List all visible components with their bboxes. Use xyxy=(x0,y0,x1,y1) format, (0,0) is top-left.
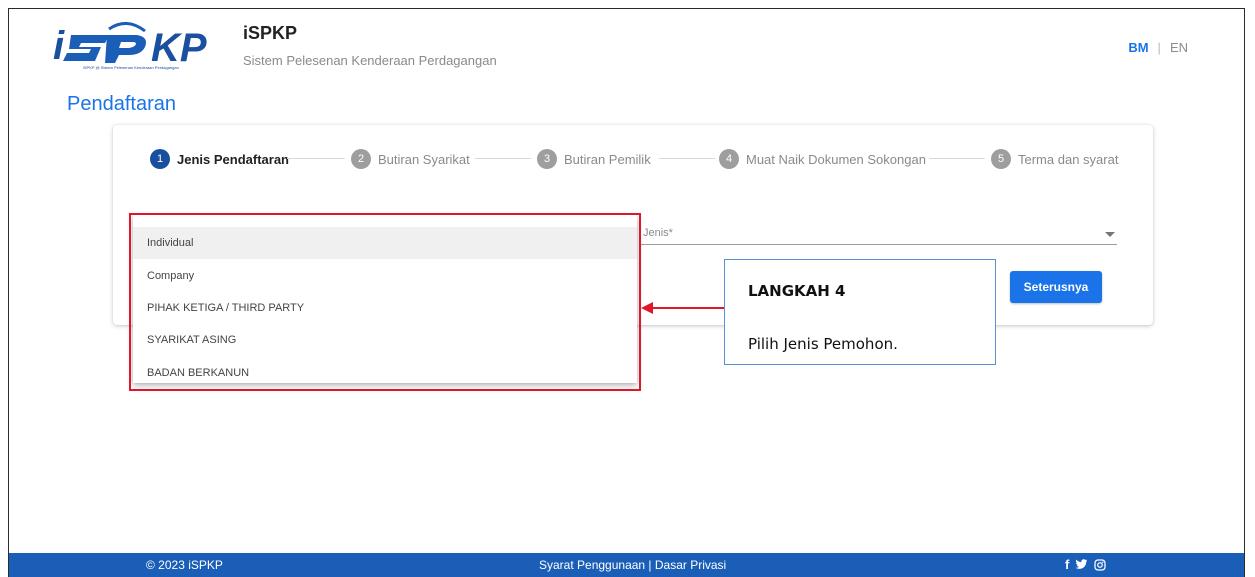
step-label: Butiran Syarikat xyxy=(378,151,470,167)
lang-separator: | xyxy=(1157,40,1161,55)
step-connector xyxy=(287,158,345,159)
svg-text:KP: KP xyxy=(151,26,207,70)
annotation-arrow-line xyxy=(653,307,725,309)
jenis-select[interactable]: Jenis* xyxy=(641,223,1117,245)
language-switcher: BM | EN xyxy=(1128,40,1188,55)
app-frame: i KP iSPKP @ Sistem Pelesenan Kenderaan … xyxy=(8,8,1245,577)
app-title: iSPKP xyxy=(243,23,298,43)
step-terma-dan-syarat[interactable]: 5 Terma dan syarat xyxy=(991,149,1118,169)
step-connector xyxy=(475,158,531,159)
step-number: 3 xyxy=(537,149,557,169)
dropdown-option-syarikat-asing[interactable]: SYARIKAT ASING xyxy=(133,324,637,356)
step-label: Butiran Pemilik xyxy=(564,151,651,167)
dropdown-option-badan-berkanun[interactable]: BADAN BERKANUN xyxy=(133,357,637,389)
callout-title: LANGKAH 4 xyxy=(748,282,846,300)
annotation-arrow-icon xyxy=(641,302,653,314)
jenis-label: Jenis* xyxy=(643,227,673,239)
social-links: f xyxy=(1065,557,1106,572)
twitter-icon[interactable] xyxy=(1075,559,1088,570)
step-jenis-pendaftaran[interactable]: 1 Jenis Pendaftaran xyxy=(150,149,289,169)
next-button[interactable]: Seterusnya xyxy=(1010,271,1102,303)
dropdown-option-third-party[interactable]: PIHAK KETIGA / THIRD PARTY xyxy=(133,292,637,324)
dropdown-option-company[interactable]: Company xyxy=(133,260,637,292)
instagram-icon[interactable] xyxy=(1094,558,1106,571)
footer-links[interactable]: Syarat Penggunaan | Dasar Privasi xyxy=(539,558,726,572)
step-number: 2 xyxy=(351,149,371,169)
app-subtitle: Sistem Pelesenan Kenderaan Perdagangan xyxy=(243,53,497,68)
lang-bm-link[interactable]: BM xyxy=(1128,40,1148,55)
footer: © 2023 iSPKP Syarat Penggunaan | Dasar P… xyxy=(9,553,1244,577)
header: i KP iSPKP @ Sistem Pelesenan Kenderaan … xyxy=(9,9,1244,81)
applicant-type-dropdown[interactable]: Individual Company PIHAK KETIGA / THIRD … xyxy=(133,215,637,383)
svg-text:iSPKP @ Sistem Pelesenan Kende: iSPKP @ Sistem Pelesenan Kenderaan Perda… xyxy=(83,65,179,70)
footer-copyright: © 2023 iSPKP xyxy=(146,558,223,572)
step-label: Jenis Pendaftaran xyxy=(177,151,289,167)
step-number: 4 xyxy=(719,149,739,169)
facebook-icon[interactable]: f xyxy=(1065,557,1069,572)
step-muat-naik-dokumen[interactable]: 4 Muat Naik Dokumen Sokongan xyxy=(719,149,926,169)
caret-down-icon[interactable] xyxy=(1105,232,1115,237)
step-number: 5 xyxy=(991,149,1011,169)
step-butiran-syarikat[interactable]: 2 Butiran Syarikat xyxy=(351,149,470,169)
step-label: Muat Naik Dokumen Sokongan xyxy=(746,151,926,167)
step-connector xyxy=(929,158,985,159)
dropdown-option-individual[interactable]: Individual xyxy=(133,227,637,259)
step-connector xyxy=(659,158,715,159)
step-butiran-pemilik[interactable]: 3 Butiran Pemilik xyxy=(537,149,651,169)
step-label: Terma dan syarat xyxy=(1018,151,1119,167)
lang-en-link[interactable]: EN xyxy=(1170,40,1188,55)
page-title: Pendaftaran xyxy=(67,93,176,115)
instruction-callout: LANGKAH 4 Pilih Jenis Pemohon. xyxy=(724,259,996,365)
ispkp-logo: i KP iSPKP @ Sistem Pelesenan Kenderaan … xyxy=(53,22,207,70)
callout-text: Pilih Jenis Pemohon. xyxy=(748,335,898,353)
svg-text:i: i xyxy=(53,24,65,68)
step-number: 1 xyxy=(150,149,170,169)
